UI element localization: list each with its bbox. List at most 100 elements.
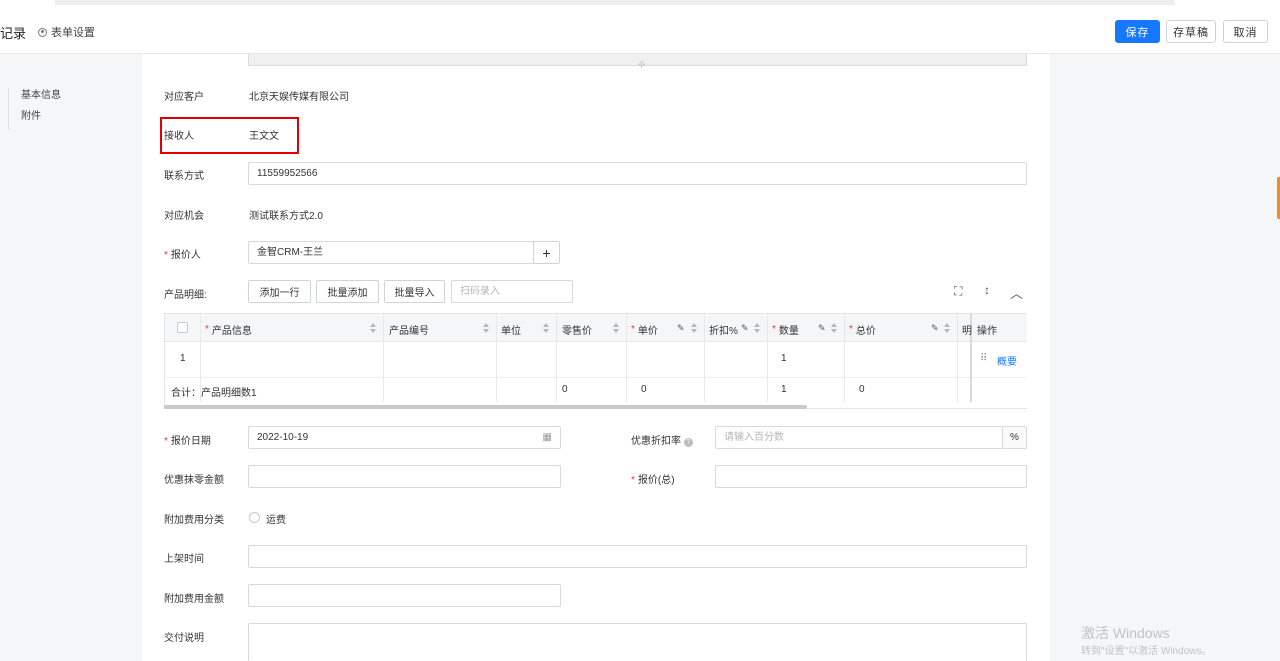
col-header-unit-price: * 单价: [631, 324, 658, 337]
edit-pen-icon[interactable]: ✎: [931, 324, 939, 333]
col-divider: [957, 314, 958, 402]
select-all-checkbox[interactable]: [177, 322, 188, 333]
discount-rate-label-text: 优惠折扣率: [631, 436, 681, 447]
total-quote-label: * 报价(总): [631, 475, 675, 486]
quoter-label: * 报价人: [164, 246, 201, 261]
cancel-button[interactable]: 取消: [1223, 20, 1268, 43]
page-header: 记录 表单设置 保存 存草稿 取消: [0, 8, 1280, 54]
batch-import-button[interactable]: 批量导入: [384, 280, 445, 303]
customer-label: 对应客户: [164, 92, 204, 103]
col-divider: [556, 314, 557, 402]
activation-watermark-title: 激活 Windows: [1081, 625, 1170, 641]
quoter-label-text: 报价人: [170, 250, 201, 261]
batch-add-button[interactable]: 批量添加: [316, 280, 379, 303]
customer-value: 北京天娱传媒有限公司: [249, 92, 349, 103]
table-horizontal-scrollbar[interactable]: [164, 405, 807, 409]
extra-fee-amount-input[interactable]: [248, 584, 561, 607]
edit-pen-icon[interactable]: ✎: [818, 324, 826, 333]
quote-date-value: 2022-10-19: [257, 432, 309, 443]
col-header-code: 产品编号: [389, 326, 429, 337]
contact-label: 联系方式: [164, 171, 204, 182]
quote-date-input[interactable]: 2022-10-19 ▦: [248, 426, 561, 449]
nav-item-attachments[interactable]: 附件: [21, 109, 61, 130]
sort-icon[interactable]: [944, 323, 950, 333]
sort-icon[interactable]: [543, 323, 549, 333]
col-divider: [767, 314, 768, 402]
receiver-label: 接收人: [164, 131, 194, 142]
scan-input[interactable]: 扫码录入: [451, 280, 573, 303]
col-header-unit-price-text: 单价: [637, 326, 658, 337]
delivery-label: 交付说明: [164, 633, 204, 644]
percent-addon: %: [1002, 426, 1027, 449]
col-header-unit: 单位: [501, 326, 521, 337]
edit-pen-icon[interactable]: ✎: [741, 324, 749, 333]
sort-icon[interactable]: [754, 323, 760, 333]
drag-handle-icon[interactable]: ⠿: [980, 353, 987, 364]
receiver-value: 王文文: [249, 131, 279, 142]
total-quote-input[interactable]: [715, 465, 1027, 488]
sort-icon[interactable]: [691, 323, 697, 333]
freight-radio[interactable]: [249, 512, 260, 523]
form-settings-link[interactable]: 表单设置: [38, 24, 95, 40]
extra-fee-amount-label: 附加费用金额: [164, 594, 224, 605]
col-divider: [704, 314, 705, 402]
nav-item-basic-info[interactable]: 基本信息: [21, 88, 61, 109]
sort-icon[interactable]: [831, 323, 837, 333]
col-divider: [844, 314, 845, 402]
col-divider: [383, 314, 384, 402]
summary-label: 合计：产品明细数1: [171, 388, 257, 399]
row-summary-link[interactable]: 概要: [997, 353, 1017, 368]
col-header-total-text: 总价: [855, 326, 876, 337]
col-header-quantity: * 数量: [772, 324, 799, 337]
table-header: [165, 314, 1027, 342]
discount-rate-input[interactable]: 请输入百分数: [715, 426, 1003, 449]
collapse-icon[interactable]: ︿: [1010, 283, 1023, 302]
quoter-value: 金智CRM-王兰: [257, 247, 324, 258]
save-draft-button[interactable]: 存草稿: [1166, 20, 1216, 43]
summary-retail: 0: [562, 384, 568, 395]
summary-quantity: 1: [781, 384, 787, 395]
rounding-input[interactable]: [248, 465, 561, 488]
discount-rate-placeholder: 请输入百分数: [724, 432, 784, 443]
section-nav: 基本信息 附件: [8, 88, 61, 130]
col-header-detail: 明: [962, 326, 972, 337]
sort-icon[interactable]: [483, 323, 489, 333]
quote-date-label: * 报价日期: [164, 436, 211, 447]
contact-input[interactable]: 11559952566: [248, 162, 1027, 185]
resize-handle-icon[interactable]: ⊹: [638, 59, 646, 70]
sort-icon[interactable]: [613, 323, 619, 333]
help-icon[interactable]: ?: [683, 438, 693, 447]
quote-date-label-text: 报价日期: [170, 436, 211, 447]
col-header-retail: 零售价: [562, 326, 592, 337]
activation-watermark-hint: 转到"设置"以激活 Windows。: [1081, 646, 1212, 657]
gear-icon: [38, 27, 47, 37]
shelf-time-input[interactable]: [248, 545, 1027, 568]
add-quoter-button[interactable]: +: [533, 241, 560, 264]
fullscreen-icon[interactable]: ⛶: [954, 284, 962, 299]
freight-radio-label: 运费: [266, 515, 286, 526]
col-header-action: 操作: [977, 326, 997, 337]
form-settings-label: 表单设置: [51, 27, 95, 39]
col-header-discount: 折扣%: [709, 326, 738, 337]
required-mark: *: [164, 250, 168, 261]
col-header-total: * 总价: [849, 324, 876, 337]
col-header-product-text: 产品信息: [211, 326, 252, 337]
shelf-time-label: 上架时间: [164, 554, 204, 565]
delivery-textarea[interactable]: [248, 623, 1027, 661]
col-header-quantity-text: 数量: [778, 326, 799, 337]
sort-icon[interactable]: [370, 323, 376, 333]
extra-fee-type-label: 附加费用分类: [164, 515, 224, 526]
summary-unit-price: 0: [641, 384, 647, 395]
quoter-input[interactable]: 金智CRM-王兰: [248, 241, 534, 264]
top-scroll-area: [55, 0, 1175, 5]
edit-pen-icon[interactable]: ✎: [677, 324, 685, 333]
row-quantity[interactable]: 1: [781, 353, 787, 364]
col-divider: [496, 314, 497, 402]
plus-icon: +: [542, 244, 551, 261]
col-divider: [626, 314, 627, 402]
products-label: 产品明细:: [164, 290, 207, 301]
expand-vertical-icon[interactable]: ↕: [984, 283, 990, 297]
save-button[interactable]: 保存: [1115, 20, 1160, 43]
opportunity-label: 对应机会: [164, 211, 204, 222]
add-row-button[interactable]: 添加一行: [248, 280, 311, 303]
